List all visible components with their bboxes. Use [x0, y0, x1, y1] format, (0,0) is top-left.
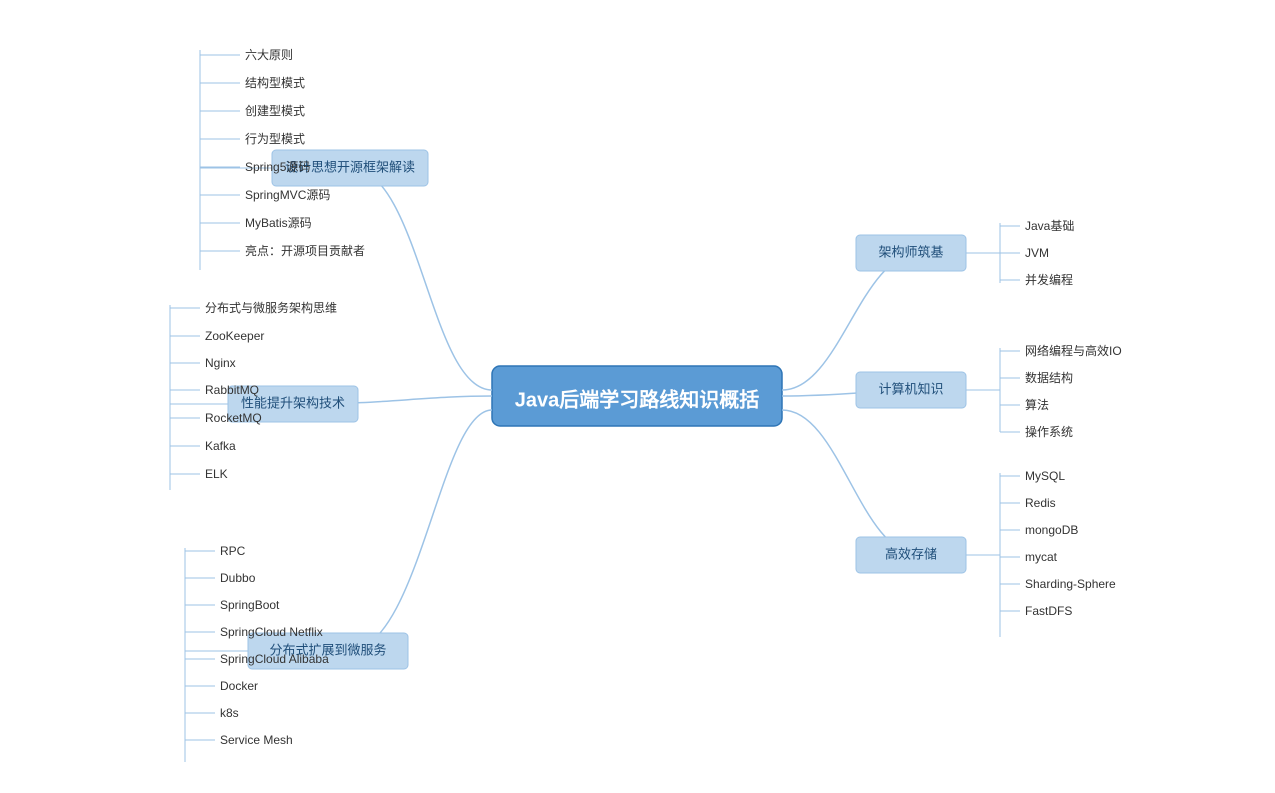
leaf-text: ZooKeeper [205, 329, 264, 343]
leaf-text: Redis [1025, 496, 1056, 510]
leaf-text: SpringCloud Alibaba [220, 652, 329, 666]
leaf-text: 分布式与微服务架构思维 [205, 300, 337, 315]
leaf-text: 结构型模式 [245, 75, 305, 90]
leaf-text: ELK [205, 467, 228, 481]
leaf-text: 行为型模式 [245, 132, 305, 146]
leaf-text: Kafka [205, 439, 236, 453]
leaf-text: 并发编程 [1025, 272, 1073, 287]
leaf-text: 创建型模式 [245, 104, 305, 118]
leaf-text: FastDFS [1025, 604, 1072, 618]
leaf-text: MyBatis源码 [245, 216, 312, 230]
mind-map: Java后端学习路线知识概括 设计思想开源框架解读 六大原则 结构型模式 创建型… [0, 0, 1275, 793]
leaf-text: SpringMVC源码 [245, 188, 330, 202]
leaf-text: SpringCloud Netflix [220, 625, 323, 639]
leaf-text: RPC [220, 544, 246, 558]
center-label: Java后端学习路线知识概括 [515, 387, 760, 411]
leaf-text: 亮点：开源项目贡献者 [245, 243, 365, 258]
leaf-text: mongoDB [1025, 523, 1078, 537]
leaf-text: Sharding-Sphere [1025, 577, 1116, 591]
leaf-text: k8s [220, 706, 239, 720]
leaf-text: Service Mesh [220, 733, 293, 747]
leaf-text: Java基础 [1025, 219, 1074, 233]
leaf-text: SpringBoot [220, 598, 280, 612]
leaf-text: RabbitMQ [205, 383, 259, 397]
leaf-text: 数据结构 [1025, 370, 1073, 385]
branch-performance-label: 性能提升架构技术 [241, 395, 345, 410]
branch-storage-label: 高效存储 [885, 546, 937, 561]
leaf-text: Dubbo [220, 571, 256, 585]
leaf-text: 六大原则 [245, 48, 293, 62]
leaf-text: MySQL [1025, 469, 1065, 483]
leaf-text: mycat [1025, 550, 1058, 564]
leaf-text: JVM [1025, 246, 1049, 260]
leaf-text: 操作系统 [1025, 424, 1073, 439]
branch-architect-label: 架构师筑基 [878, 244, 943, 259]
leaf-text: Docker [220, 679, 258, 693]
leaf-text: RocketMQ [205, 411, 262, 425]
leaf-text: Spring5源码 [245, 160, 310, 174]
leaf-text: Nginx [205, 356, 236, 370]
leaf-text: 网络编程与高效IO [1025, 343, 1122, 358]
branch-computer-label: 计算机知识 [878, 381, 943, 396]
leaf-text: 算法 [1025, 397, 1049, 412]
